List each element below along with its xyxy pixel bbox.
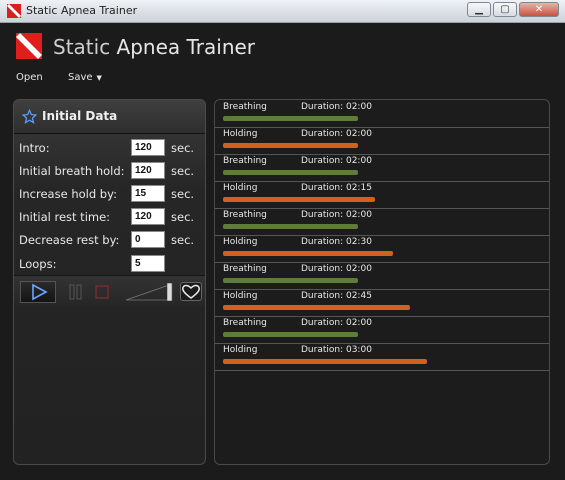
field-label: Intro:: [19, 141, 50, 155]
field-unit: sec.: [171, 233, 195, 247]
phase-name: Breathing: [223, 156, 267, 166]
increase-hold-input[interactable]: 15: [131, 185, 165, 202]
field-label: Initial rest time:: [19, 210, 111, 224]
phase-name: Breathing: [223, 210, 267, 220]
phase-name: Breathing: [223, 264, 267, 274]
initial-data-title: Initial Data: [42, 109, 118, 123]
minimize-button[interactable]: ▁: [467, 2, 491, 17]
minimize-icon: ▁: [475, 4, 483, 15]
phase-duration-bar: [223, 251, 393, 256]
window-controls: ▁ ▢ ✕: [465, 2, 559, 17]
phase-duration-bar: [223, 224, 358, 229]
play-icon: [32, 283, 48, 301]
playback-controls: [14, 275, 205, 306]
field-loops: Loops: 5: [19, 255, 204, 273]
phase-duration-bar: [223, 143, 358, 148]
field-label: Increase hold by:: [19, 187, 117, 201]
schedule-row-holding: Holding Duration: 02:30: [215, 235, 549, 263]
app-title: Static Apnea Trainer: [53, 35, 255, 59]
phase-duration: Duration: 02:30: [301, 237, 372, 247]
title-bar: Static Apnea Trainer ▁ ▢ ✕: [0, 0, 565, 23]
phase-duration-bar: [223, 116, 358, 121]
intro-input[interactable]: 120: [131, 139, 165, 156]
phase-duration-bar: [223, 305, 410, 310]
play-button[interactable]: [20, 281, 56, 303]
schedule-row-breathing: Breathing Duration: 02:00: [215, 154, 549, 182]
restore-button[interactable]: ▢: [493, 2, 517, 17]
volume-slider-icon[interactable]: [126, 283, 176, 301]
dive-flag-icon: [16, 33, 42, 59]
schedule-row-holding: Holding Duration: 02:15: [215, 181, 549, 209]
schedule-row-breathing: Breathing Duration: 02:00: [215, 316, 549, 344]
stop-icon[interactable]: [95, 285, 109, 299]
phase-name: Breathing: [223, 102, 267, 112]
field-decrease-rest: Decrease rest by: 0 sec.: [19, 231, 204, 249]
phase-duration: Duration: 02:00: [301, 156, 372, 166]
open-menu[interactable]: Open: [16, 72, 43, 83]
field-unit: sec.: [171, 210, 195, 224]
phase-duration: Duration: 02:45: [301, 291, 372, 301]
phase-name: Holding: [223, 129, 258, 139]
initial-rest-time-input[interactable]: 120: [131, 208, 165, 225]
heart-icon: [182, 284, 200, 299]
field-intro: Intro: 120 sec.: [19, 139, 204, 157]
phase-name: Holding: [223, 291, 258, 301]
phase-duration: Duration: 02:00: [301, 264, 372, 274]
phase-name: Holding: [223, 345, 258, 355]
phase-duration-bar: [223, 278, 358, 283]
phase-duration-bar: [223, 332, 358, 337]
app-window: Static Apnea Trainer ▁ ▢ ✕ Static Apnea …: [0, 0, 565, 480]
close-button[interactable]: ✕: [519, 2, 559, 17]
decrease-rest-input[interactable]: 0: [131, 231, 165, 248]
app-header: Static Apnea Trainer: [0, 23, 565, 63]
pause-icon[interactable]: [69, 284, 83, 300]
save-menu-label: Save: [68, 72, 93, 83]
phase-duration: Duration: 03:00: [301, 345, 372, 355]
app-icon: [7, 4, 21, 18]
phase-duration: Duration: 02:00: [301, 210, 372, 220]
loops-input[interactable]: 5: [131, 255, 165, 272]
chevron-down-icon: ▼: [96, 74, 102, 82]
restore-icon: ▢: [500, 4, 510, 15]
field-initial-breath-hold: Initial breath hold: 120 sec.: [19, 162, 204, 180]
schedule-row-breathing: Breathing Duration: 02:00: [215, 262, 549, 290]
field-label: Initial breath hold:: [19, 164, 125, 178]
phase-name: Breathing: [223, 318, 267, 328]
phase-duration-bar: [223, 197, 375, 202]
phase-duration: Duration: 02:00: [301, 102, 372, 112]
field-increase-hold: Increase hold by: 15 sec.: [19, 185, 204, 203]
save-menu[interactable]: Save ▼: [68, 72, 102, 83]
initial-breath-hold-input[interactable]: 120: [131, 162, 165, 179]
heart-button[interactable]: [180, 282, 202, 301]
phase-name: Holding: [223, 183, 258, 193]
phase-name: Holding: [223, 237, 258, 247]
schedule-row-holding: Holding Duration: 02:00: [215, 127, 549, 155]
star-icon: [22, 109, 37, 124]
field-initial-rest-time: Initial rest time: 120 sec.: [19, 208, 204, 226]
phase-duration: Duration: 02:00: [301, 318, 372, 328]
field-label: Loops:: [19, 257, 57, 271]
phase-duration: Duration: 02:15: [301, 183, 372, 193]
app-title-light: Static: [53, 35, 111, 59]
phase-duration-bar: [223, 170, 358, 175]
schedule-row-holding: Holding Duration: 02:45: [215, 289, 549, 317]
phase-duration-bar: [223, 359, 427, 364]
schedule-row-breathing: Breathing Duration: 02:00: [215, 100, 549, 128]
field-unit: sec.: [171, 187, 195, 201]
field-label: Decrease rest by:: [19, 233, 120, 247]
schedule-panel: Breathing Duration: 02:00 Holding Duration:…: [214, 99, 550, 465]
app-title-main: Apnea Trainer: [116, 35, 256, 59]
initial-data-header: Initial Data: [14, 100, 205, 134]
close-icon: ✕: [534, 4, 544, 15]
menu-bar: Open Save ▼: [0, 66, 565, 88]
phase-duration: Duration: 02:00: [301, 129, 372, 139]
schedule-row-holding: Holding Duration: 03:00: [215, 343, 549, 371]
field-unit: sec.: [171, 141, 195, 155]
initial-data-panel: Initial Data Intro: 120 sec. Initial bre…: [13, 99, 206, 465]
field-unit: sec.: [171, 164, 195, 178]
schedule-row-breathing: Breathing Duration: 02:00: [215, 208, 549, 236]
window-title: Static Apnea Trainer: [26, 4, 138, 17]
